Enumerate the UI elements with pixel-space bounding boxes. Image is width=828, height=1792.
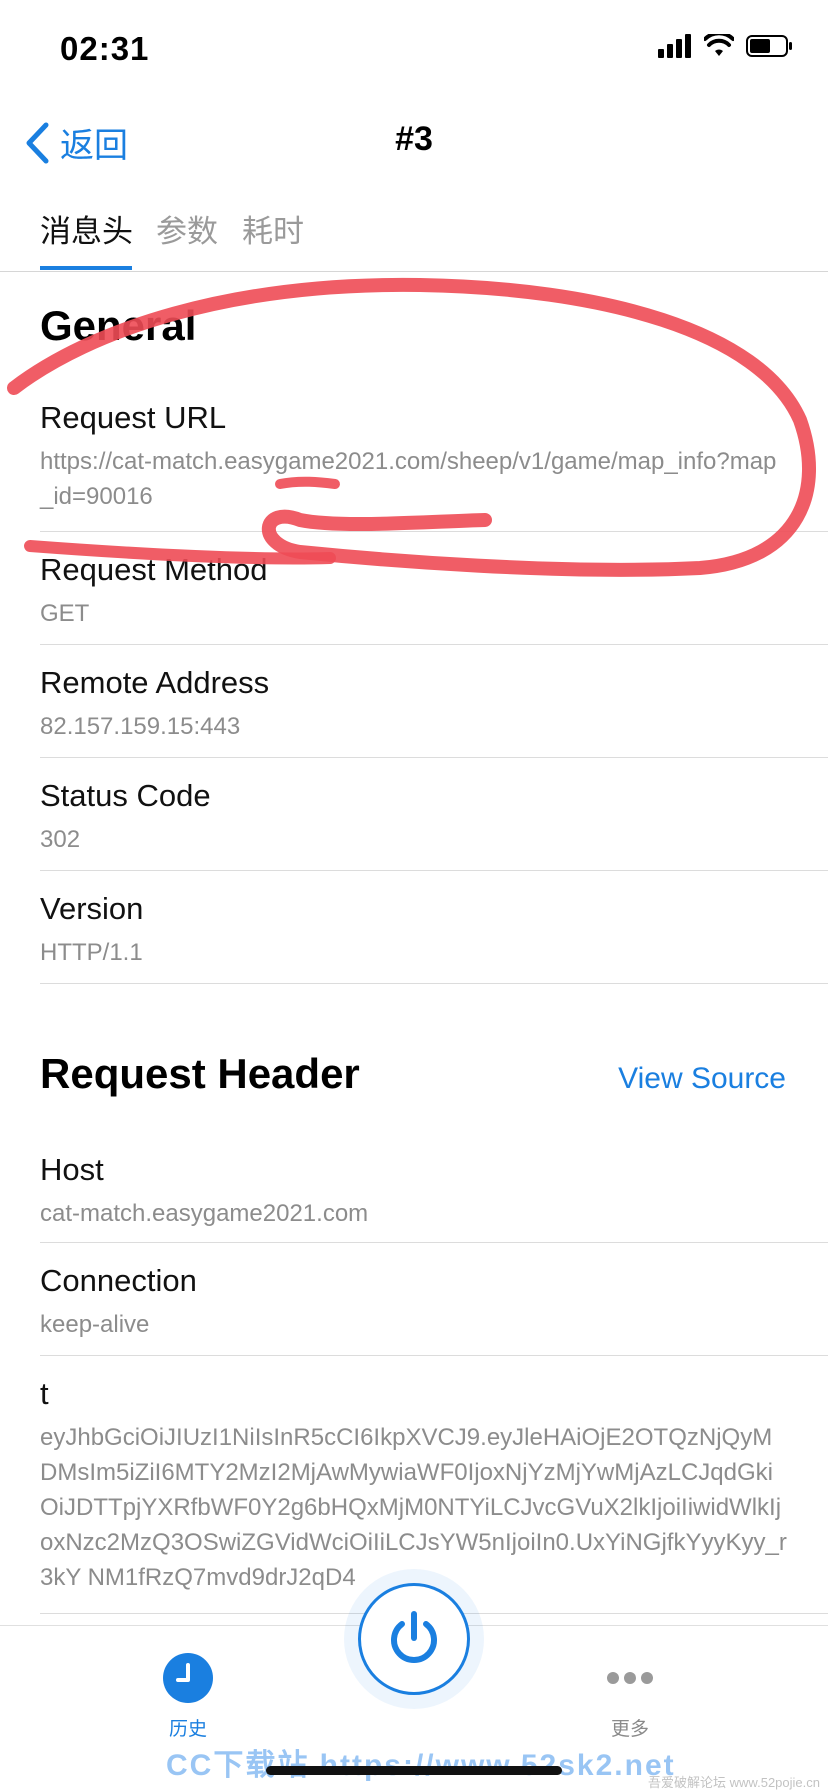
battery-icon xyxy=(746,35,792,57)
general-section-title: General xyxy=(40,302,197,349)
row-label: Host xyxy=(40,1152,104,1187)
row-value: HTTP/1.1 xyxy=(40,939,143,966)
row-value: https://cat-match.easygame2021.com/sheep… xyxy=(40,448,777,510)
page-title: #3 xyxy=(395,120,433,158)
tab-headers[interactable]: 消息头 xyxy=(40,206,133,251)
row-value: GET xyxy=(40,600,90,627)
watermark: CC下载站 https://www.52sk2.net xyxy=(166,1749,674,1782)
general-row-request-method[interactable]: Request Method GET xyxy=(40,532,828,645)
row-value: 82.157.159.15:443 xyxy=(40,713,241,740)
clock-icon xyxy=(163,1653,213,1703)
row-value: cat-match.easygame2021.com xyxy=(40,1200,369,1227)
row-label: Remote Address xyxy=(40,665,270,700)
home-indicator xyxy=(266,1766,562,1775)
tab-item-history[interactable]: 历史 xyxy=(162,1652,214,1741)
status-icons xyxy=(658,34,794,58)
general-row-status-code[interactable]: Status Code 302 xyxy=(40,758,828,871)
ellipsis-icon xyxy=(607,1672,653,1684)
row-value: 302 xyxy=(40,826,81,853)
general-row-version[interactable]: Version HTTP/1.1 xyxy=(40,871,828,984)
request-header-section-title: Request Header xyxy=(40,1050,360,1097)
row-label: Version xyxy=(40,891,144,926)
nav-bar: 返回 #3 xyxy=(0,100,828,200)
signal-icon xyxy=(658,34,691,58)
watermark-right: 吾爱破解论坛 www.52pojie.cn xyxy=(648,1775,820,1790)
header-row-connection[interactable]: Connection keep-alive xyxy=(40,1243,828,1356)
wifi-icon xyxy=(704,34,734,56)
row-label: Status Code xyxy=(40,778,211,813)
tab-timing[interactable]: 耗时 xyxy=(242,206,304,251)
tab-item-label: 历史 xyxy=(168,1719,207,1740)
row-label: Connection xyxy=(40,1263,197,1298)
header-row-host[interactable]: Host cat-match.easygame2021.com xyxy=(40,1130,828,1243)
view-source-link[interactable]: View Source xyxy=(618,1062,786,1096)
general-row-remote-address[interactable]: Remote Address 82.157.159.15:443 xyxy=(40,645,828,758)
general-row-request-url[interactable]: Request URL https://cat-match.easygame20… xyxy=(40,398,828,532)
status-time: 02:31 xyxy=(60,30,150,67)
row-label: t xyxy=(40,1376,49,1411)
row-label: Request URL xyxy=(40,400,227,435)
row-label: Request Method xyxy=(40,552,268,587)
tab-item-more[interactable]: 更多 xyxy=(604,1652,656,1741)
tab-params[interactable]: 参数 xyxy=(156,206,218,251)
tab-item-label: 更多 xyxy=(610,1719,649,1740)
power-button[interactable] xyxy=(358,1583,470,1695)
row-value: eyJhbGciOiJIUzI1NiIsInR5cCI6IkpXVCJ9.eyJ… xyxy=(40,1424,787,1591)
power-icon xyxy=(391,1611,437,1663)
tab-active-indicator xyxy=(40,266,132,270)
header-row-t[interactable]: t eyJhbGciOiJIUzI1NiIsInR5cCI6IkpXVCJ9.e… xyxy=(40,1356,828,1614)
tab-bar-top: 消息头 参数 耗时 xyxy=(0,200,828,272)
row-value: keep-alive xyxy=(40,1311,150,1338)
status-bar: 02:31 xyxy=(0,0,828,100)
